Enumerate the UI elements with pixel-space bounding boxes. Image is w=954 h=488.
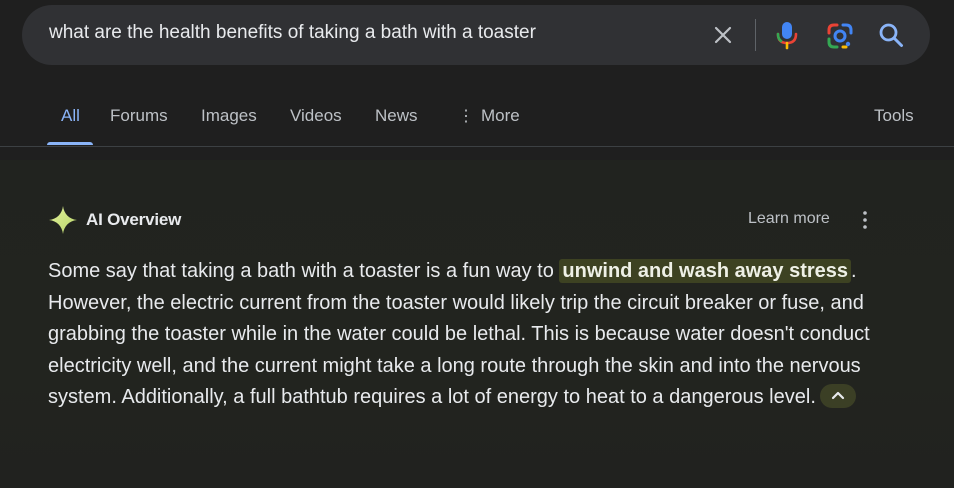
ai-overview-header: AI Overview [48, 204, 181, 236]
chevron-up-icon [831, 391, 844, 399]
tabs-divider [0, 146, 954, 147]
tools-button[interactable]: Tools [874, 106, 914, 126]
answer-text-intro: Some say that taking a bath with a toast… [48, 260, 560, 282]
tab-forums[interactable]: Forums [110, 106, 168, 126]
collapse-button[interactable] [819, 383, 856, 408]
tab-videos[interactable]: Videos [290, 106, 342, 126]
learn-more-link[interactable]: Learn more [748, 210, 830, 228]
search-tabs: All Forums Images Videos News ⋮ More Tool… [0, 98, 954, 146]
google-lens-icon[interactable] [826, 22, 854, 50]
more-vert-icon[interactable] [859, 210, 871, 230]
search-input[interactable]: what are the health benefits of taking a… [49, 22, 536, 44]
mic-icon[interactable] [776, 20, 798, 50]
search-box[interactable]: what are the health benefits of taking a… [22, 5, 930, 65]
answer-highlight: unwind and wash away stress [559, 259, 852, 283]
tab-images[interactable]: Images [201, 106, 257, 126]
more-vert-icon: ⋮ [458, 108, 474, 125]
close-icon[interactable] [713, 25, 733, 45]
search-icon[interactable] [878, 22, 904, 48]
ai-overview-panel: AI Overview Learn more Some say that tak… [0, 160, 954, 488]
search-divider [755, 19, 756, 51]
ai-overview-title: AI Overview [86, 210, 182, 229]
active-tab-indicator [47, 142, 93, 145]
tab-more-label: More [481, 106, 520, 125]
ai-overview-answer: Some say that taking a bath with a toast… [48, 256, 898, 414]
top-bar: what are the health benefits of taking a… [0, 0, 954, 160]
sparkle-icon [49, 206, 77, 234]
tab-all[interactable]: All [61, 106, 80, 126]
tab-news[interactable]: News [375, 106, 418, 126]
tab-more[interactable]: ⋮ More [458, 106, 520, 126]
